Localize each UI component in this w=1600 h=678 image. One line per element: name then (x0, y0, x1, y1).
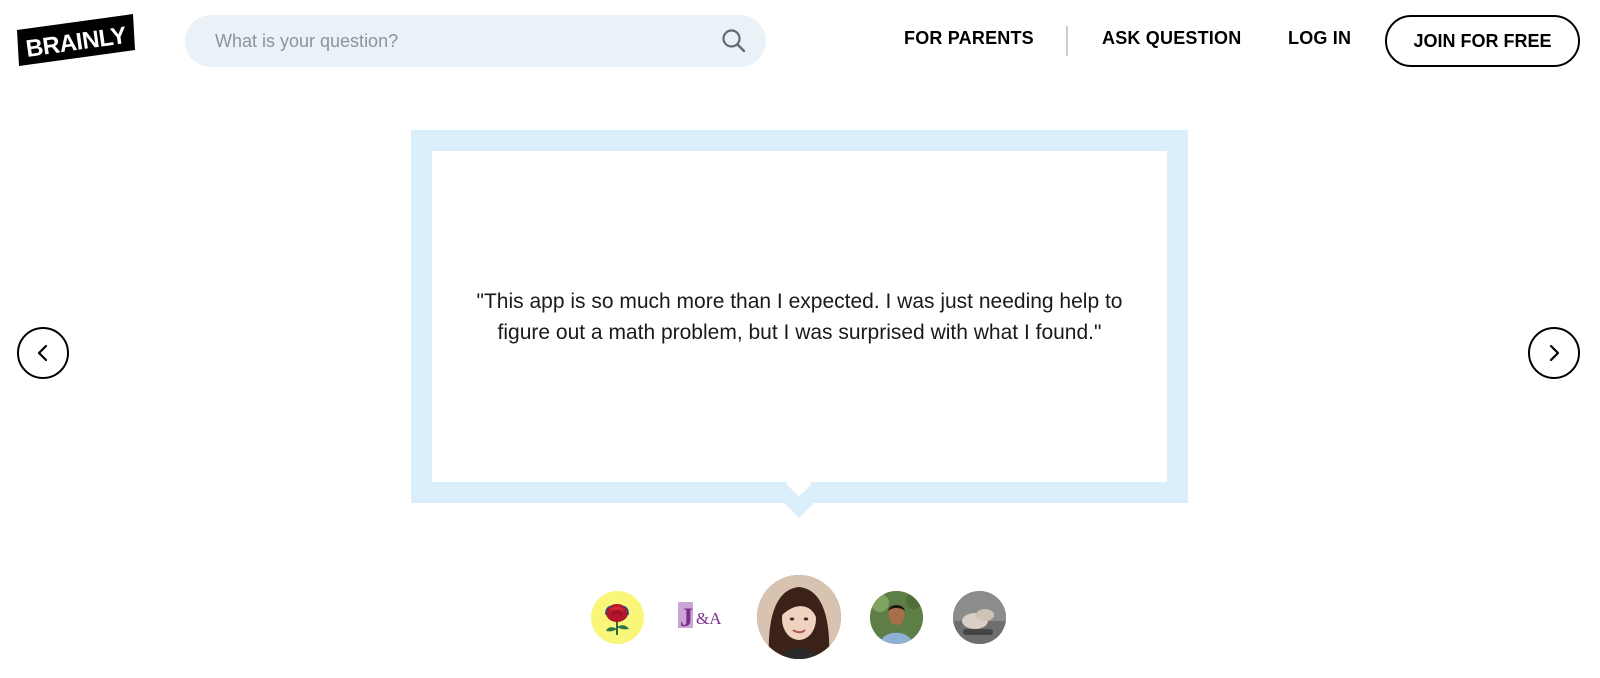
woman-avatar[interactable] (757, 575, 841, 659)
chevron-left-icon (37, 344, 48, 362)
man-portrait-icon (870, 591, 923, 644)
nav-for-parents-link[interactable]: FOR PARENTS (904, 28, 1034, 49)
brainly-logo[interactable]: BRAINLY (17, 12, 137, 68)
testimonial-card: "This app is so much more than I expecte… (432, 151, 1167, 482)
testimonial-quote: "This app is so much more than I expecte… (476, 289, 1123, 344)
ja-logo: J &A (678, 602, 722, 632)
man-avatar[interactable] (870, 591, 923, 644)
rose-avatar[interactable] (591, 591, 644, 644)
svg-text:J: J (680, 603, 693, 632)
carousel-prev-button[interactable] (17, 327, 69, 379)
nav-divider (1066, 26, 1068, 56)
rose-icon (605, 604, 629, 635)
nav-log-in-link[interactable]: LOG IN (1288, 28, 1351, 49)
chevron-right-icon (1549, 344, 1560, 362)
ja-avatar[interactable]: J &A (674, 591, 727, 644)
carousel-next-button[interactable] (1528, 327, 1580, 379)
join-for-free-button[interactable]: JOIN FOR FREE (1385, 15, 1580, 67)
search-icon[interactable] (720, 27, 748, 55)
testimonial-frame: "This app is so much more than I expecte… (411, 130, 1188, 503)
woman-portrait-icon (757, 575, 841, 659)
hands-avatar[interactable] (953, 591, 1006, 644)
search-bar (185, 15, 766, 67)
brainly-logo-mark: BRAINLY (17, 14, 135, 66)
svg-text:&A: &A (696, 609, 722, 628)
hands-photo-icon (953, 591, 1006, 644)
nav-ask-question-link[interactable]: ASK QUESTION (1102, 28, 1241, 49)
search-input[interactable] (215, 15, 685, 67)
